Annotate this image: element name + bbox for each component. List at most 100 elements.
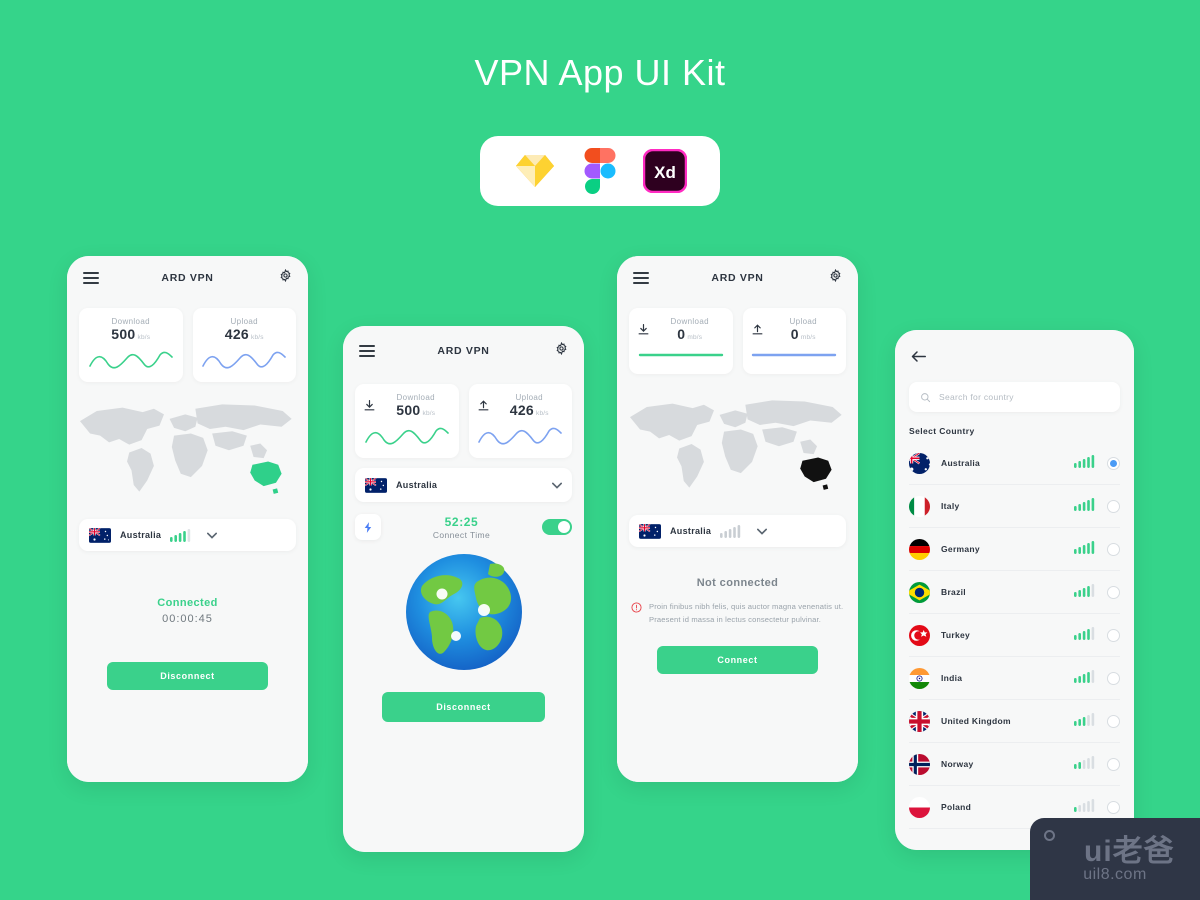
upload-icon [752, 324, 762, 335]
upload-unit: mb/s [800, 334, 816, 341]
country-radio[interactable] [1107, 542, 1120, 556]
country-list-item[interactable]: Turkey [909, 614, 1120, 657]
speed-stats: Download 0 mb/s Upload 0 mb/s [617, 300, 858, 374]
download-value: 0 [677, 326, 686, 342]
flag-icon [909, 667, 930, 689]
figma-icon[interactable] [577, 148, 623, 194]
country-list-item[interactable]: India [909, 657, 1120, 700]
country-radio[interactable] [1107, 714, 1120, 728]
upload-card: Upload 426 kb/s [468, 384, 572, 458]
navbar: ARD VPN [617, 256, 858, 300]
signal-bars-icon [1074, 454, 1096, 473]
country-list-item[interactable]: Italy [909, 485, 1120, 528]
tool-badges: Xd [480, 136, 720, 206]
connect-button[interactable]: Connect [657, 646, 818, 675]
watermark: ui老爸 uil8.com [1030, 818, 1200, 900]
upload-card: Upload 0 mb/s [742, 308, 846, 374]
world-map [67, 382, 308, 509]
signal-bars-icon [1074, 626, 1096, 645]
arrow-left-icon [911, 351, 926, 362]
connect-time-row: 52:25 Connect Time [343, 514, 584, 540]
upload-sparkline [478, 427, 563, 445]
upload-flatline [752, 353, 837, 357]
upload-unit: kb/s [536, 410, 549, 417]
navbar: ARD VPN [67, 256, 308, 300]
vpn-toggle[interactable] [542, 519, 572, 535]
chevron-down-icon[interactable] [207, 526, 218, 544]
download-card: Download 500 kb/s [355, 384, 459, 458]
australia-highlight [800, 457, 832, 490]
camera-dot-icon [1044, 830, 1055, 841]
gear-icon[interactable] [279, 268, 292, 287]
chevron-down-icon[interactable] [552, 476, 562, 494]
phone-screen-connected: ARD VPN Download 500 kb/s Upload 426 kb/… [67, 256, 308, 782]
country-list-item[interactable]: United Kingdom [909, 700, 1120, 743]
download-unit: mb/s [687, 334, 703, 341]
country-list-item[interactable]: Brazil [909, 571, 1120, 614]
country-list-item[interactable]: Germany [909, 528, 1120, 571]
disconnect-button[interactable]: Disconnect [382, 692, 545, 722]
app-title: ARD VPN [711, 272, 764, 284]
download-unit: kb/s [137, 334, 151, 341]
download-icon [364, 400, 375, 411]
navbar: ARD VPN [343, 326, 584, 376]
download-label: Download [670, 317, 709, 326]
country-selector[interactable]: Australia [629, 515, 846, 547]
watermark-sub: uil8.com [1083, 866, 1147, 883]
country-radio[interactable] [1107, 499, 1120, 513]
flag-icon [909, 796, 930, 818]
adobe-xd-icon[interactable]: Xd [642, 148, 688, 194]
australia-flag-icon [365, 477, 387, 493]
back-button[interactable] [895, 330, 1134, 368]
upload-card: Upload 426 kb/s [192, 308, 296, 382]
search-placeholder: Search for country [939, 392, 1014, 402]
speed-stats: Download 500 kb/s Upload 426 kb/s [343, 376, 584, 458]
selected-country: Australia [120, 530, 162, 540]
chevron-down-icon[interactable] [757, 522, 768, 540]
info-icon [631, 602, 642, 613]
flag-icon [909, 753, 930, 775]
signal-bars-icon [1074, 540, 1096, 559]
svg-text:Xd: Xd [654, 163, 676, 182]
australia-flag-icon [89, 527, 111, 543]
country-radio[interactable] [1107, 585, 1120, 599]
country-selector[interactable]: Australia [355, 468, 572, 502]
app-title: ARD VPN [161, 272, 214, 284]
upload-sparkline [202, 351, 287, 369]
country-list-item[interactable]: Australia [909, 442, 1120, 485]
country-name: Australia [941, 458, 981, 468]
gear-icon[interactable] [555, 341, 568, 360]
sketch-icon[interactable] [512, 148, 558, 194]
signal-bars-icon [1074, 497, 1096, 516]
selected-country: Australia [396, 480, 438, 490]
download-value: 500 [111, 326, 136, 342]
country-name: Poland [941, 802, 972, 812]
search-icon [921, 392, 931, 402]
country-radio[interactable] [1107, 800, 1120, 814]
upload-value: 426 [509, 402, 535, 418]
disconnect-button[interactable]: Disconnect [107, 662, 268, 690]
country-radio[interactable] [1107, 456, 1120, 470]
country-list-item[interactable]: Norway [909, 743, 1120, 786]
flag-icon [909, 452, 930, 474]
country-radio[interactable] [1107, 671, 1120, 685]
download-label: Download [396, 393, 435, 402]
country-selector[interactable]: Australia [79, 519, 296, 551]
country-name: India [941, 673, 963, 683]
phone-screen-disconnected: ARD VPN Download 0 mb/s Upload 0 mb/s Au… [617, 256, 858, 782]
download-card: Download 500 kb/s [79, 308, 183, 382]
phone-screen-globe: ARD VPN Download 500 kb/s Upload 426 kb/… [343, 326, 584, 852]
australia-highlight [250, 461, 282, 494]
download-card: Download 0 mb/s [629, 308, 733, 374]
bolt-icon[interactable] [355, 514, 381, 540]
search-input[interactable]: Search for country [909, 382, 1120, 412]
signal-bars-icon [170, 529, 191, 542]
country-radio[interactable] [1107, 628, 1120, 642]
country-name: Norway [941, 759, 974, 769]
country-name: United Kingdom [941, 716, 1011, 726]
country-name: Brazil [941, 587, 966, 597]
gear-icon[interactable] [829, 268, 842, 287]
page-title: VPN App UI Kit [474, 52, 726, 93]
flag-icon [909, 710, 930, 732]
country-radio[interactable] [1107, 757, 1120, 771]
